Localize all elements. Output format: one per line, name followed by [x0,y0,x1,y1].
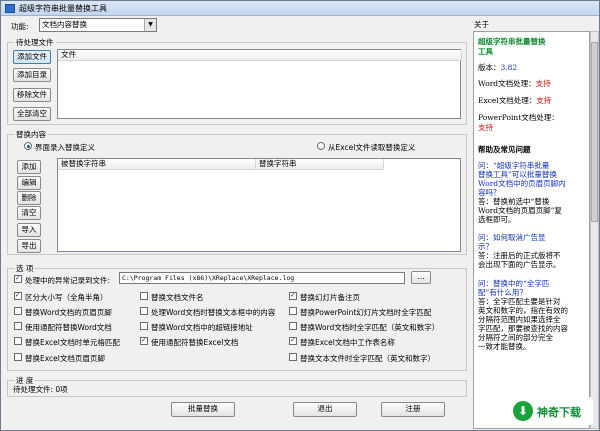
option-label: 替换文本文件时全字匹配（英文和数字） [300,354,435,363]
option-checkbox[interactable] [289,336,297,345]
remove-file-button[interactable]: 移除文件 [13,88,51,102]
faq-answer: 选框即可。 [478,215,516,224]
files-legend: 待处理文件 [16,38,54,47]
option-label: 替换Word文档的页眉页脚 [25,308,112,317]
chevron-down-icon[interactable]: ▼ [144,19,156,31]
options-legend: 选 项 [16,264,34,273]
option-label: 替换幻灯片备注页 [300,293,360,302]
app-icon [5,4,15,13]
browse-log-button[interactable]: ... [411,271,431,284]
scrollbar-thumb[interactable] [591,42,598,222]
function-select-value: 文档内容替换 [42,20,87,29]
option-label: 替换Excel文档页眉页脚 [25,354,105,363]
excel-source-radio[interactable] [317,142,325,150]
option-label: 替换Excel文档中工作表名称 [300,338,395,347]
option-checkbox[interactable] [14,307,22,315]
option-label: 替换Excel文档时单元格匹配 [25,338,120,347]
ppt-support-value: 支持 [478,123,493,132]
option-checkbox[interactable] [289,307,297,315]
edit-rule-button[interactable]: 编辑 [17,176,41,190]
replace-column-header[interactable]: 替换字符串 [256,159,384,170]
replace-rules-list[interactable]: 被替换字符串 替换字符串 [57,158,461,252]
add-file-button[interactable]: 添加文件 [13,50,51,64]
function-label: 功能: [11,22,29,31]
add-folder-button[interactable]: 添加目录 [13,68,51,82]
option-label: 替换文档文件名 [151,293,204,302]
find-column-header[interactable]: 被替换字符串 [58,159,256,170]
about-panel[interactable]: 超级字符串批量替换 工具 版本：3.82 Word文档处理：支持 Excel文档… [473,31,590,429]
delete-rule-button[interactable]: 删除 [17,191,41,205]
clear-all-files-button[interactable]: 全部清空 [13,107,51,121]
excel-source-label: 从Excel文件读取替换定义 [328,143,416,152]
option-label: 替换Word文档时全字匹配（英文和数字） [300,323,440,332]
watermark-name: 神奇下载 [537,406,581,419]
option-checkbox[interactable] [14,353,22,361]
progress-group: 进 度 [7,375,467,397]
option-checkbox[interactable] [289,322,297,330]
watermark-logo: ⬇ 神奇下载 [511,397,593,425]
about-header: 关于 [474,20,489,29]
option-checkbox[interactable] [14,291,22,300]
function-select[interactable]: 文档内容替换 ▼ [39,18,157,32]
option-label: 处理Word文档时替换文本框中的内容 [151,308,276,317]
exit-button[interactable]: 退出 [293,402,357,417]
version-value: 3.82 [500,63,518,72]
error-log-checkbox[interactable] [14,274,22,283]
title-bar: 超级字符串批量替换工具 [1,1,599,16]
excel-support-row: Excel文档处理：支持 [478,95,551,106]
import-rules-button[interactable]: 导入 [17,223,41,237]
clear-rules-button[interactable]: 清空 [17,206,41,220]
file-column-header[interactable]: 文件 [58,50,462,61]
about-sidebar: 关于 超级字符串批量替换 工具 版本：3.82 Word文档处理：支持 Exce… [470,16,600,431]
export-rules-button[interactable]: 导出 [17,239,41,253]
option-label: 替换Word文档中的超链接地址 [151,323,253,332]
manual-entry-label: 界面录入替换定义 [35,143,95,152]
option-checkbox[interactable] [289,291,297,300]
add-rule-button[interactable]: 添加 [17,160,41,174]
app-name-line2: 工具 [478,47,493,56]
register-button[interactable]: 注册 [381,402,445,417]
option-label: 区分大小写（全角半角） [25,293,108,302]
faq-answer: 一致才能替换。 [478,342,531,351]
excel-support-value: 支持 [536,96,552,105]
option-label: 使用通配符替换Word文档 [25,323,112,332]
option-checkbox[interactable] [140,336,148,345]
option-checkbox[interactable] [14,337,22,345]
replace-legend: 替换内容 [16,130,46,139]
file-list[interactable]: 文件 [57,49,462,119]
excel-support-label: Excel文档处理： [478,96,537,105]
error-log-label: 处理中的异常记录到文件: [25,276,111,285]
option-checkbox[interactable] [140,307,148,315]
word-support-value: 支持 [535,79,551,88]
version-row: 版本：3.82 [478,62,517,73]
option-label: 使用通配符替换Excel文档 [151,338,239,347]
option-checkbox[interactable] [140,322,148,330]
option-checkbox[interactable] [140,292,148,300]
download-icon: ⬇ [513,401,533,421]
option-checkbox[interactable] [289,353,297,361]
help-title: 帮助及常见问题 [478,145,531,154]
error-log-path-input[interactable]: C:\Program Files (x86)\XReplace\XReplace… [119,272,405,284]
app-window: 超级字符串批量替换工具 功能: 文档内容替换 ▼ 待处理文件 添加文件 添加目录… [0,0,600,431]
about-scrollbar[interactable] [590,31,599,429]
faq-answer: 会出现下面的广告显示。 [478,260,561,269]
progress-status: 待处理文件: 0项 [13,385,68,394]
window-title: 超级字符串批量替换工具 [19,4,107,13]
batch-replace-button[interactable]: 批量替换 [171,402,235,417]
manual-entry-radio[interactable] [24,142,32,150]
version-label: 版本： [478,63,501,72]
option-label: 替换PowerPoint幻灯片文档时全字匹配 [300,308,432,317]
option-checkbox[interactable] [14,322,22,330]
word-support-label: Word文档处理： [478,79,536,88]
word-support-row: Word文档处理：支持 [478,78,551,89]
